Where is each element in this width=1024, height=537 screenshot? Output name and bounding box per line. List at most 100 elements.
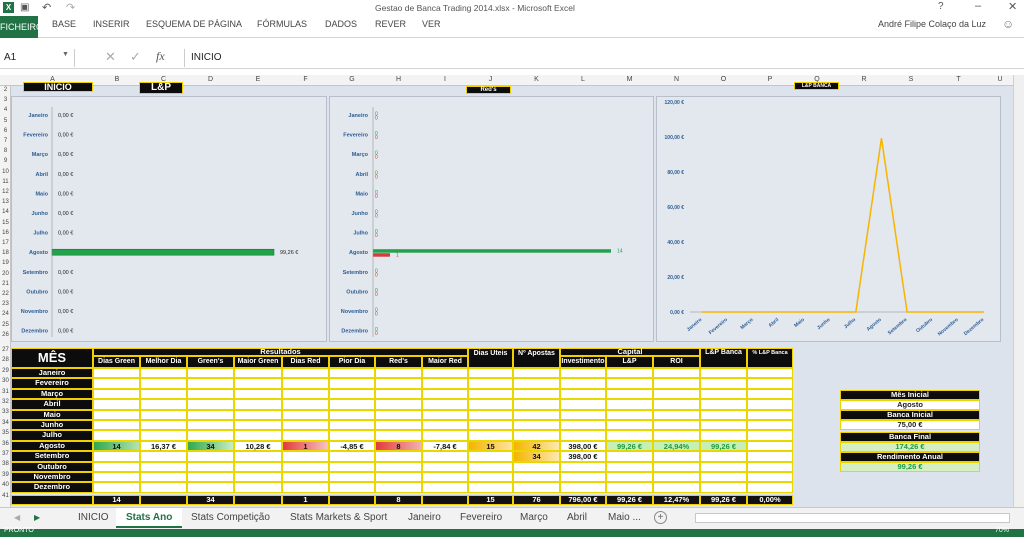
table-cell[interactable] xyxy=(93,409,140,420)
table-cell[interactable] xyxy=(422,368,468,379)
column-header[interactable]: K xyxy=(513,76,560,83)
table-cell[interactable] xyxy=(700,430,747,441)
horizontal-scrollbar[interactable] xyxy=(695,513,1010,523)
table-cell[interactable] xyxy=(187,378,234,389)
table-cell[interactable] xyxy=(747,378,793,389)
table-cell[interactable] xyxy=(468,430,513,441)
table-cell[interactable] xyxy=(140,388,187,400)
row-header[interactable]: 25 xyxy=(0,322,11,328)
table-cell[interactable] xyxy=(329,399,375,410)
sheet-tab-maio[interactable]: Maio ... xyxy=(608,512,641,523)
table-cell[interactable] xyxy=(653,430,700,441)
table-cell[interactable] xyxy=(606,368,653,379)
table-cell[interactable] xyxy=(234,399,282,410)
table-cell[interactable] xyxy=(422,482,468,493)
table-cell[interactable] xyxy=(747,440,793,452)
agosto-cell[interactable]: 14 xyxy=(94,441,139,451)
table-cell[interactable] xyxy=(140,420,187,431)
table-cell[interactable] xyxy=(282,420,329,431)
scroll-left-icon[interactable]: ◀ xyxy=(14,513,20,522)
zoom-level[interactable]: 70% xyxy=(995,527,1009,534)
column-header[interactable]: E xyxy=(234,76,282,83)
table-cell[interactable] xyxy=(375,409,422,420)
table-cell[interactable] xyxy=(513,482,560,493)
table-cell[interactable] xyxy=(653,482,700,493)
table-cell[interactable] xyxy=(747,420,793,431)
table-cell[interactable] xyxy=(329,482,375,493)
sheet-tab-marco[interactable]: Março xyxy=(520,512,548,523)
row-header[interactable]: 9 xyxy=(0,158,11,164)
total-cell[interactable]: 796,00 € xyxy=(560,494,606,506)
table-cell[interactable] xyxy=(422,451,468,462)
table-cell[interactable] xyxy=(606,451,653,462)
table-cell[interactable] xyxy=(468,451,513,462)
tab-ver[interactable]: VER xyxy=(422,19,441,29)
table-cell[interactable] xyxy=(282,482,329,493)
table-cell[interactable] xyxy=(187,420,234,431)
row-header[interactable]: 38 xyxy=(0,461,11,467)
table-cell[interactable] xyxy=(700,482,747,493)
agosto-cell[interactable]: 99,26 € xyxy=(701,441,746,451)
row-header[interactable]: 22 xyxy=(0,291,11,297)
table-cell[interactable] xyxy=(422,472,468,483)
table-cell[interactable] xyxy=(282,388,329,400)
tab-base[interactable]: BASE xyxy=(52,19,76,29)
table-cell[interactable] xyxy=(560,388,606,400)
table-cell[interactable] xyxy=(234,461,282,472)
column-header[interactable]: N xyxy=(653,76,700,83)
table-cell[interactable] xyxy=(513,368,560,379)
table-cell[interactable] xyxy=(187,399,234,410)
sheet-tab-stats-ano[interactable]: Stats Ano xyxy=(116,508,183,528)
table-cell[interactable] xyxy=(234,451,282,462)
table-cell[interactable] xyxy=(653,399,700,410)
agosto-cell[interactable]: -4,85 € xyxy=(330,442,374,451)
table-cell[interactable] xyxy=(422,399,468,410)
table-cell[interactable] xyxy=(468,420,513,431)
total-cell[interactable]: 76 xyxy=(513,494,560,506)
lp-bar-chart[interactable]: Janeiro 0,00 € Fevereiro 0,00 € Março 0,00 € A… xyxy=(11,96,327,342)
column-header[interactable]: B xyxy=(94,76,140,83)
agosto-cell[interactable]: 398,00 € xyxy=(561,442,605,451)
table-cell[interactable] xyxy=(468,409,513,420)
table-cell[interactable] xyxy=(234,368,282,379)
agosto-cell[interactable]: 24,94% xyxy=(654,441,699,451)
minimize-icon[interactable]: – xyxy=(975,0,981,12)
table-cell[interactable] xyxy=(187,388,234,400)
column-header[interactable]: M xyxy=(606,76,653,83)
column-header[interactable]: T xyxy=(935,76,982,83)
table-cell[interactable] xyxy=(375,461,422,472)
row-header[interactable]: 5 xyxy=(0,118,11,124)
table-cell[interactable] xyxy=(329,388,375,400)
inicio-header[interactable]: INICIO xyxy=(23,82,93,92)
table-cell[interactable] xyxy=(234,388,282,400)
sheet-tab-stats-competicao[interactable]: Stats Competição xyxy=(191,512,270,523)
table-cell[interactable] xyxy=(653,420,700,431)
table-cell[interactable] xyxy=(468,461,513,472)
row-header[interactable]: 28 xyxy=(0,357,11,363)
column-header[interactable]: O xyxy=(700,76,747,83)
table-cell[interactable] xyxy=(140,482,187,493)
table-cell[interactable] xyxy=(653,388,700,400)
table-cell[interactable] xyxy=(700,378,747,389)
table-cell[interactable] xyxy=(329,378,375,389)
table-cell[interactable] xyxy=(422,409,468,420)
table-cell[interactable] xyxy=(93,482,140,493)
sheet-tab-inicio[interactable]: INICIO xyxy=(78,512,109,523)
total-cell[interactable]: 12,47% xyxy=(653,494,700,506)
tab-rever[interactable]: REVER xyxy=(375,19,406,29)
row-header[interactable]: 34 xyxy=(0,420,11,426)
table-cell[interactable] xyxy=(513,472,560,483)
table-cell[interactable] xyxy=(422,461,468,472)
table-cell[interactable] xyxy=(375,472,422,483)
formula-input[interactable]: INICIO xyxy=(184,49,1018,67)
table-cell[interactable] xyxy=(329,472,375,483)
table-cell[interactable] xyxy=(653,378,700,389)
row-header[interactable]: 24 xyxy=(0,311,11,317)
column-header[interactable]: I xyxy=(422,76,468,83)
insert-function-icon[interactable]: fx xyxy=(156,49,165,64)
undo-icon[interactable]: ↶ xyxy=(42,1,51,14)
add-sheet-icon[interactable]: + xyxy=(654,511,667,524)
total-cell[interactable]: 8 xyxy=(375,494,422,506)
table-cell[interactable] xyxy=(187,482,234,493)
row-header[interactable]: 10 xyxy=(0,169,11,175)
